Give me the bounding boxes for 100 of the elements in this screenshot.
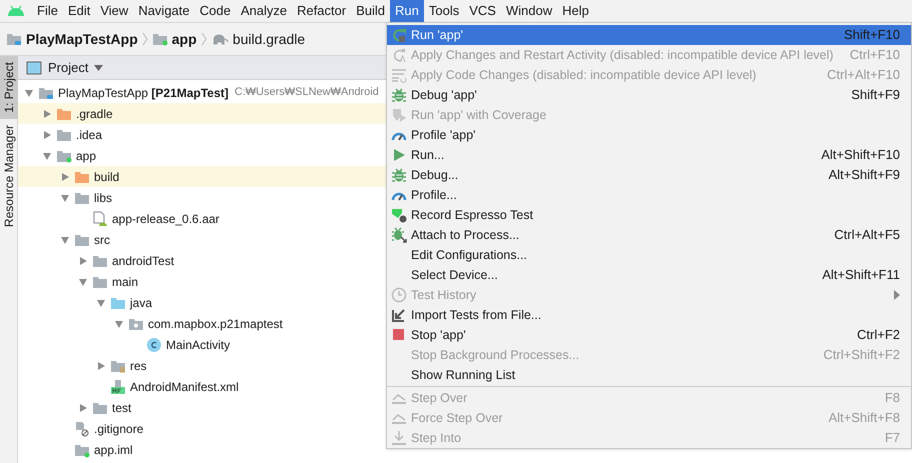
tree-item-label[interactable]: res bbox=[130, 356, 147, 374]
expanded-arrow-icon[interactable] bbox=[60, 234, 70, 244]
breadcrumb-item[interactable]: app bbox=[172, 28, 197, 50]
module-folder-icon bbox=[152, 32, 168, 46]
dropdown-caret-icon[interactable] bbox=[94, 64, 104, 70]
panel-view-icon bbox=[26, 60, 42, 74]
breadcrumb-item[interactable]: PlayMapTestApp bbox=[26, 28, 138, 50]
code-changes-icon bbox=[391, 67, 407, 83]
menu-bar-item[interactable]: Code bbox=[194, 0, 236, 22]
tree-item-label[interactable]: app-release_0.6.aar bbox=[112, 210, 220, 228]
android-archive-icon bbox=[92, 210, 108, 226]
package-folder-icon bbox=[128, 316, 144, 330]
menu-bar-item[interactable]: Build bbox=[351, 0, 390, 22]
tree-item-label[interactable]: AndroidManifest.xml bbox=[130, 378, 239, 396]
menu-bar-item[interactable]: Edit bbox=[62, 0, 96, 22]
submenu-arrow-icon bbox=[894, 290, 900, 300]
tree-item-label[interactable]: src bbox=[94, 230, 110, 248]
menu-item[interactable]: Attach to Process... Ctrl+Alt+F5 bbox=[387, 225, 911, 245]
side-tab[interactable]: 1: Project bbox=[0, 56, 18, 119]
bug-icon bbox=[391, 167, 407, 183]
menu-bar-item[interactable]: Analyze bbox=[236, 0, 292, 22]
project-folder-icon bbox=[6, 32, 22, 46]
ignored-file-icon bbox=[74, 420, 90, 436]
menu-bar-item[interactable]: View bbox=[95, 0, 134, 22]
module-folder-icon bbox=[56, 148, 72, 162]
tree-item-label[interactable]: MainActivity bbox=[166, 336, 230, 354]
stop-icon bbox=[391, 327, 407, 343]
menu-bar-item[interactable]: File bbox=[32, 0, 63, 22]
folder-icon bbox=[56, 128, 72, 142]
expanded-arrow-icon[interactable] bbox=[60, 192, 70, 202]
collapsed-arrow-icon[interactable] bbox=[42, 108, 52, 118]
tree-item-label[interactable]: com.mapbox.p21maptest bbox=[148, 314, 283, 332]
expanded-arrow-icon[interactable] bbox=[24, 88, 34, 98]
folder-icon bbox=[92, 274, 108, 288]
collapsed-arrow-icon[interactable] bbox=[96, 360, 106, 370]
menu-bar-item[interactable]: Help bbox=[557, 0, 594, 22]
panel-title[interactable]: Project bbox=[48, 58, 88, 78]
menu-bar-item[interactable]: Refactor bbox=[292, 0, 352, 22]
folder-icon bbox=[92, 254, 108, 268]
bug-icon bbox=[391, 87, 407, 103]
menu-item[interactable]: Debug 'app' Shift+F9 bbox=[387, 85, 911, 105]
tree-item-label[interactable]: build bbox=[94, 168, 120, 186]
menu-bar-item[interactable]: VCS bbox=[464, 0, 501, 22]
class-icon bbox=[146, 336, 162, 352]
collapsed-arrow-icon[interactable] bbox=[42, 130, 52, 140]
expanded-arrow-icon[interactable] bbox=[96, 298, 106, 308]
android-logo-icon bbox=[7, 5, 25, 17]
apply-changes-icon bbox=[391, 47, 407, 63]
collapsed-arrow-icon[interactable] bbox=[78, 256, 88, 266]
folder-icon bbox=[74, 190, 90, 204]
menu-item[interactable]: Record Espresso Test bbox=[387, 205, 911, 225]
folder-icon bbox=[56, 106, 72, 120]
expanded-arrow-icon[interactable] bbox=[42, 150, 52, 160]
tree-item-label[interactable]: .gitignore bbox=[94, 420, 144, 438]
play-icon bbox=[391, 147, 407, 163]
collapsed-arrow-icon[interactable] bbox=[78, 402, 88, 412]
source-folder-icon bbox=[110, 296, 126, 310]
menu-item[interactable]: Run... Alt+Shift+F10 bbox=[387, 145, 911, 165]
tree-item-label[interactable]: libs bbox=[94, 188, 112, 206]
menu-item[interactable]: Run 'app' Shift+F10 bbox=[387, 25, 911, 45]
resource-folder-icon bbox=[110, 358, 126, 372]
coverage-icon bbox=[391, 107, 407, 123]
menu-bar-item[interactable]: Run bbox=[390, 0, 424, 22]
rerun-icon bbox=[391, 27, 407, 43]
tree-item-label[interactable]: app.iml bbox=[94, 440, 133, 458]
menu-bar-item[interactable]: Tools bbox=[424, 0, 464, 22]
menu-item[interactable]: Edit Configurations... bbox=[387, 245, 911, 265]
tree-item-label[interactable]: app bbox=[76, 146, 96, 164]
attach-bug-icon bbox=[391, 227, 407, 243]
tree-item-label[interactable]: .gradle bbox=[76, 104, 113, 122]
expanded-arrow-icon[interactable] bbox=[78, 276, 88, 286]
chevron-icon bbox=[200, 32, 207, 46]
menu-bar-item[interactable]: Window bbox=[500, 0, 558, 22]
tree-item-label[interactable]: test bbox=[112, 398, 132, 416]
import-arrow-icon bbox=[391, 307, 407, 323]
menu-item[interactable]: Profile 'app' bbox=[387, 125, 911, 145]
record-test-icon bbox=[391, 207, 407, 223]
menu-item[interactable]: Stop 'app' Ctrl+F2 bbox=[387, 325, 911, 345]
menu-item[interactable]: Show Running List bbox=[387, 365, 911, 385]
menu-item[interactable]: Debug... Alt+Shift+F9 bbox=[387, 165, 911, 185]
chevron-icon bbox=[142, 32, 148, 46]
expanded-arrow-icon[interactable] bbox=[114, 318, 124, 328]
side-tab[interactable]: Resource Manager bbox=[0, 118, 18, 233]
folder-icon bbox=[74, 170, 90, 184]
menu-item[interactable]: Profile... bbox=[387, 185, 911, 205]
breadcrumb-item[interactable]: build.gradle bbox=[232, 28, 306, 50]
project-path: C:₩Users₩SLNew₩Android bbox=[234, 85, 379, 100]
menu-bar-item[interactable]: Navigate bbox=[133, 0, 195, 22]
tree-item-label[interactable]: androidTest bbox=[112, 252, 174, 270]
menu-item[interactable]: Select Device... Alt+Shift+F11 bbox=[387, 265, 911, 285]
step-into-icon bbox=[391, 430, 407, 446]
collapsed-arrow-icon[interactable] bbox=[60, 172, 70, 182]
tree-item-label[interactable]: PlayMapTestApp [P21MapTest] bbox=[58, 84, 229, 102]
tree-item-label[interactable]: main bbox=[112, 272, 138, 290]
clock-icon bbox=[391, 287, 407, 303]
menu-item[interactable]: Import Tests from File... bbox=[387, 305, 911, 325]
tree-item-label[interactable]: java bbox=[130, 294, 152, 312]
project-folder-icon bbox=[38, 86, 54, 100]
tree-item-label[interactable]: .idea bbox=[76, 126, 102, 144]
folder-icon bbox=[92, 400, 108, 414]
